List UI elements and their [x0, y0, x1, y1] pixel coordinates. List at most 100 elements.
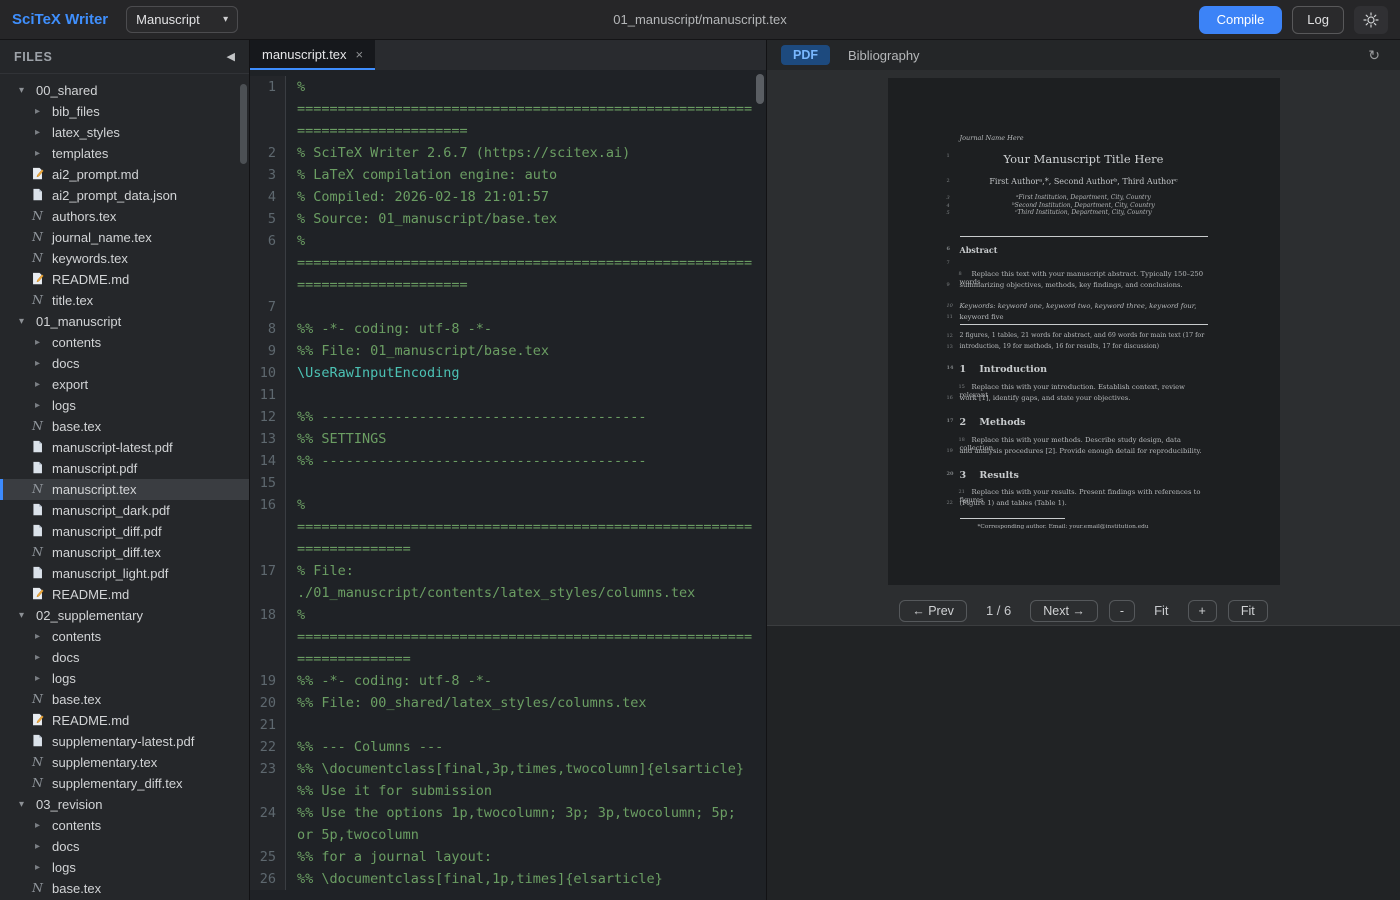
log-button[interactable]: Log [1292, 6, 1344, 34]
file-tree-item[interactable]: ▾ ▸ N 03_revision [0, 794, 249, 815]
code-line[interactable]: 23 %% \documentclass[final,3p,times,twoc… [250, 758, 766, 802]
code-line[interactable]: 10 \UseRawInputEncoding [250, 362, 766, 384]
code-line[interactable]: 7 [250, 296, 766, 318]
file-tree-item[interactable]: ▾ ▸ N templates [0, 143, 249, 164]
code-line[interactable]: 5 % Source: 01_manuscript/base.tex [250, 208, 766, 230]
file-tree-item[interactable]: ▾ ▸ N manuscript.pdf [0, 458, 249, 479]
file-tree-item[interactable]: ▾ ▸ N contents [0, 626, 249, 647]
close-tab-icon[interactable]: × [356, 47, 364, 62]
file-tree-item[interactable]: ▾ ▸ N base.tex [0, 878, 249, 899]
file-tree-item[interactable]: ▾ ▸ N manuscript.tex [0, 479, 249, 500]
code-line[interactable]: 25 %% for a journal layout: [250, 846, 766, 868]
theme-toggle-button[interactable] [1354, 6, 1388, 34]
file-name: base.tex [52, 881, 101, 896]
file-tree-item[interactable]: ▾ ▸ N README.md [0, 710, 249, 731]
code-line[interactable]: 3 % LaTeX compilation engine: auto [250, 164, 766, 186]
code-line[interactable]: 19 %% -*- coding: utf-8 -*- [250, 670, 766, 692]
file-tree-item[interactable]: ▾ ▸ N ai2_prompt.md [0, 164, 249, 185]
file-tree-item[interactable]: ▾ ▸ N README.md [0, 269, 249, 290]
tab-bibliography[interactable]: Bibliography [848, 48, 920, 63]
code-line[interactable]: 9 %% File: 01_manuscript/base.tex [250, 340, 766, 362]
preview-panel: PDF Bibliography ↻ Journal Name Here 1 Y… [767, 40, 1400, 900]
code-line[interactable]: 4 % Compiled: 2026-02-18 21:01:57 [250, 186, 766, 208]
editor-scrollbar[interactable] [756, 74, 764, 104]
document-selector[interactable]: Manuscript ▾ [126, 6, 238, 33]
file-tree-item[interactable]: ▾ ▸ N bib_files [0, 101, 249, 122]
file-tree-item[interactable]: ▾ ▸ N docs [0, 836, 249, 857]
file-tree-item[interactable]: ▾ ▸ N supplementary.tex [0, 752, 249, 773]
file-tree-item[interactable]: ▾ ▸ N manuscript_diff.tex [0, 542, 249, 563]
file-tree-item[interactable]: ▾ ▸ N 00_shared [0, 80, 249, 101]
line-content [286, 384, 766, 406]
code-line[interactable]: 15 [250, 472, 766, 494]
file-tree-item[interactable]: ▾ ▸ N logs [0, 395, 249, 416]
code-line[interactable]: 12 %% ----------------------------------… [250, 406, 766, 428]
pdf-margin-line-number: 18 [947, 437, 965, 443]
line-number: 1 [250, 76, 286, 142]
file-tree-item[interactable]: ▾ ▸ N latex_styles [0, 122, 249, 143]
file-tree-item[interactable]: ▾ ▸ N manuscript_light.pdf [0, 563, 249, 584]
tab-pdf[interactable]: PDF [781, 45, 830, 65]
file-name: contents [52, 629, 101, 644]
file-tree-item[interactable]: ▾ ▸ N README.md [0, 584, 249, 605]
code-line[interactable]: 20 %% File: 00_shared/latex_styles/colum… [250, 692, 766, 714]
line-number: 23 [250, 758, 286, 802]
code-line[interactable]: 17 % File: ./01_manuscript/contents/late… [250, 560, 766, 604]
line-content: % File: ./01_manuscript/contents/latex_s… [286, 560, 766, 604]
file-tree-item[interactable]: ▾ ▸ N docs [0, 647, 249, 668]
next-page-button[interactable]: Next → [1030, 600, 1098, 622]
code-line[interactable]: 1 % ====================================… [250, 76, 766, 142]
code-line[interactable]: 24 %% Use the options 1p,twocolumn; 3p; … [250, 802, 766, 846]
file-tree-item[interactable]: ▾ ▸ N base.tex [0, 689, 249, 710]
code-line[interactable]: 14 %% ----------------------------------… [250, 450, 766, 472]
pdf-line: 14 1 Introduction [960, 364, 1208, 375]
editor-tab-manuscript[interactable]: manuscript.tex × [250, 40, 375, 70]
pdf-margin-line-number: 17 [947, 418, 954, 424]
file-tree-item[interactable]: ▾ ▸ N journal_name.tex [0, 227, 249, 248]
compile-button[interactable]: Compile [1199, 6, 1283, 34]
file-tree-item[interactable]: ▾ ▸ N export [0, 374, 249, 395]
code-line[interactable]: 22 %% --- Columns --- [250, 736, 766, 758]
file-tree-item[interactable]: ▾ ▸ N supplementary-latest.pdf [0, 731, 249, 752]
pdf-line-text: 2 Methods [960, 417, 1208, 428]
zoom-out-button[interactable]: - [1109, 600, 1135, 622]
line-number: 19 [250, 670, 286, 692]
file-tree-item[interactable]: ▾ ▸ N manuscript_diff.pdf [0, 521, 249, 542]
file-tree-item[interactable]: ▾ ▸ N logs [0, 857, 249, 878]
file-tree-item[interactable]: ▾ ▸ N authors.tex [0, 206, 249, 227]
code-line[interactable]: 11 [250, 384, 766, 406]
file-tree-item[interactable]: ▾ ▸ N keywords.tex [0, 248, 249, 269]
prev-page-button[interactable]: ← Prev [899, 600, 967, 622]
code-line[interactable]: 26 %% \documentclass[final,1p,times]{els… [250, 868, 766, 890]
file-tree-item[interactable]: ▾ ▸ N contents [0, 332, 249, 353]
file-tree-item[interactable]: ▾ ▸ N manuscript_dark.pdf [0, 500, 249, 521]
code-line[interactable]: 2 % SciTeX Writer 2.6.7 (https://scitex.… [250, 142, 766, 164]
file-tree-item[interactable]: ▾ ▸ N supplementary_diff.tex [0, 773, 249, 794]
refresh-icon[interactable]: ↻ [1368, 47, 1380, 64]
zoom-in-button[interactable]: + [1188, 600, 1217, 622]
code-line[interactable]: 21 [250, 714, 766, 736]
file-tree-item[interactable]: ▾ ▸ N manuscript-latest.pdf [0, 437, 249, 458]
file-tree-item[interactable]: ▾ ▸ N docs [0, 353, 249, 374]
file-name: base.tex [52, 419, 101, 434]
file-name: manuscript.tex [52, 482, 137, 497]
file-tree-item[interactable]: ▾ ▸ N 01_manuscript [0, 311, 249, 332]
file-tree-item[interactable]: ▾ ▸ N 02_supplementary [0, 605, 249, 626]
code-line[interactable]: 16 % ===================================… [250, 494, 766, 560]
file-tree-item[interactable]: ▾ ▸ N title.tex [0, 290, 249, 311]
app-root: SciTeX Writer Manuscript ▾ 01_manuscript… [0, 0, 1400, 900]
file-tree-item[interactable]: ▾ ▸ N logs [0, 668, 249, 689]
fit-button[interactable]: Fit [1228, 600, 1268, 622]
file-tree-item[interactable]: ▾ ▸ N base.tex [0, 416, 249, 437]
code-line[interactable]: 18 % ===================================… [250, 604, 766, 670]
sidebar-scrollbar[interactable] [240, 84, 247, 164]
code-line[interactable]: 8 %% -*- coding: utf-8 -*- [250, 318, 766, 340]
code-area[interactable]: 1 % ====================================… [250, 70, 766, 900]
code-line[interactable]: 13 %% SETTINGS [250, 428, 766, 450]
collapse-sidebar-button[interactable]: ◀ [227, 50, 235, 63]
file-tree-item[interactable]: ▾ ▸ N contents [0, 815, 249, 836]
code-line[interactable]: 6 % ====================================… [250, 230, 766, 296]
pdf-line: 6 Abstract [960, 245, 1208, 255]
file-tree-item[interactable]: ▾ ▸ N ai2_prompt_data.json [0, 185, 249, 206]
file-name: 02_supplementary [36, 608, 143, 623]
